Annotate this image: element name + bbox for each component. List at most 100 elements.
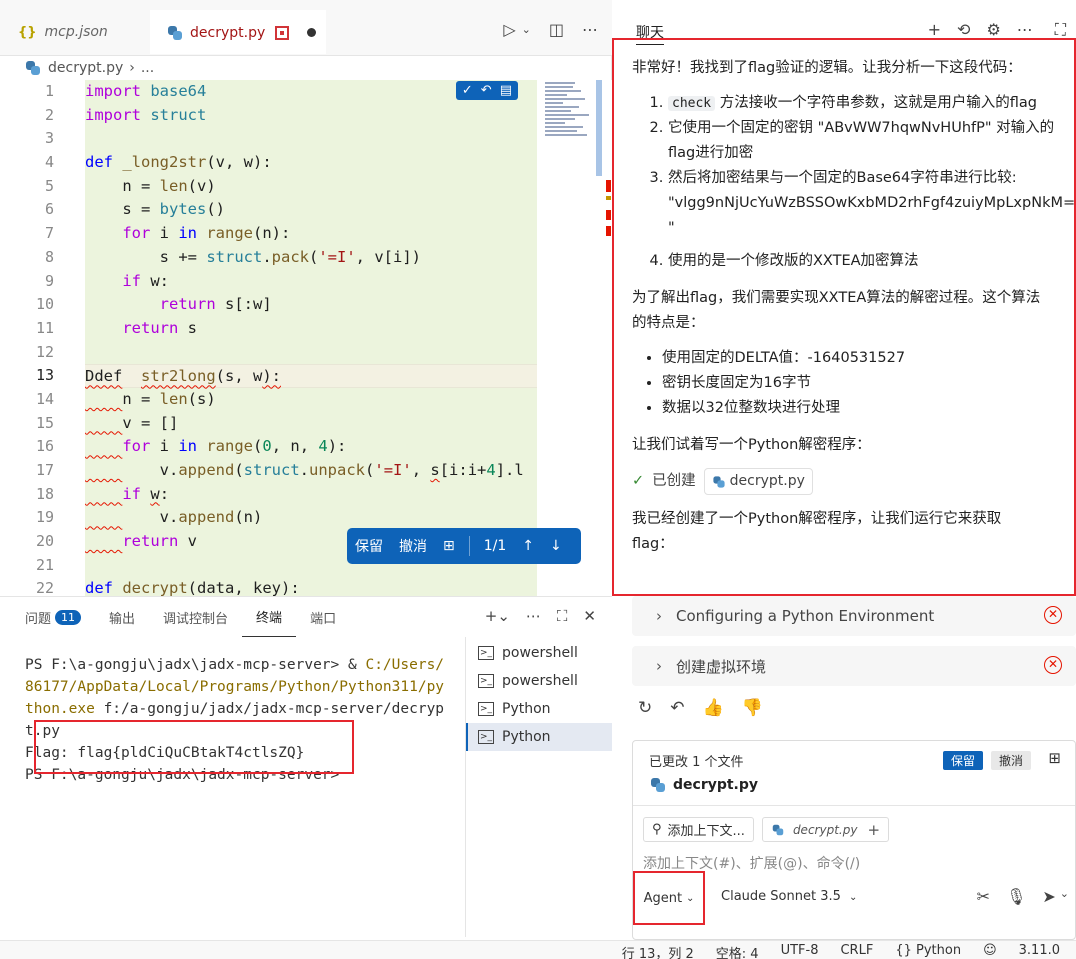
line-number: 15 bbox=[35, 413, 54, 432]
tab-mcp-json[interactable]: {} mcp.json bbox=[0, 10, 150, 54]
code-line[interactable]: v.append(struct.unpack('=I', s[i:i+4].l bbox=[85, 459, 537, 483]
context-file-chip[interactable]: decrypt.py + bbox=[761, 817, 890, 842]
code-line[interactable] bbox=[85, 127, 537, 151]
line-number: 4 bbox=[44, 153, 54, 172]
terminal-session[interactable]: >_ powershell bbox=[466, 639, 612, 667]
retry-icon[interactable]: ↻ bbox=[638, 698, 652, 718]
arrow-up-icon[interactable]: ↑ bbox=[514, 538, 542, 554]
list-item-text: 然后将加密结果与一个固定的Base64字符串进行比较: bbox=[668, 170, 1017, 186]
code-line[interactable]: v = [] bbox=[85, 412, 537, 436]
copilot-icon[interactable]: ☺ bbox=[983, 943, 997, 959]
more-icon[interactable]: ⋯ bbox=[1017, 20, 1033, 40]
send-icon[interactable]: ➤ bbox=[1042, 887, 1055, 906]
tool-call-create-venv[interactable]: › 创建虚拟环境 ✕ bbox=[632, 646, 1076, 686]
plus-icon[interactable]: + bbox=[928, 20, 941, 40]
close-icon[interactable]: ✕ bbox=[583, 607, 596, 625]
code-line[interactable]: def decrypt(data, key): bbox=[85, 577, 537, 596]
code-line[interactable]: for i in range(n): bbox=[85, 222, 537, 246]
keep-button[interactable]: 保留 bbox=[942, 751, 983, 770]
list-item-text: 使用的是一个修改版的XXTEA加密算法 bbox=[668, 253, 919, 269]
arrow-down-icon[interactable]: ↓ bbox=[542, 538, 570, 554]
diff-icon[interactable]: ⊞ bbox=[1048, 749, 1061, 767]
analysis-steps: check 方法接收一个字符串参数，这就是用户输入的flag 它使用一个固定的密… bbox=[632, 91, 1076, 274]
chevron-down-icon[interactable]: ⌄ bbox=[522, 23, 531, 39]
tools-icon[interactable]: ✂ bbox=[977, 887, 990, 906]
code-line[interactable]: if w: bbox=[85, 270, 537, 294]
thumbs-down-icon[interactable]: 👎 bbox=[742, 698, 763, 718]
chevron-down-icon[interactable]: ⌄ bbox=[1060, 887, 1069, 906]
code-editor[interactable]: 1 2 3 4 5 6 7 8 9 10 11 12 13 14 15 16 17 18 19 20 21 22 impo… bbox=[0, 80, 612, 596]
stop-icon[interactable] bbox=[275, 25, 290, 40]
thumbs-up-icon[interactable]: 👍 bbox=[703, 698, 724, 718]
new-terminal-icon[interactable]: +⌄ bbox=[485, 607, 510, 625]
code-area[interactable]: import base64 import struct def _long2st… bbox=[85, 80, 537, 596]
terminal-session[interactable]: >_ Python bbox=[466, 695, 612, 723]
language-mode[interactable]: {} Python bbox=[895, 943, 961, 959]
code-line[interactable]: return s[:w] bbox=[85, 293, 537, 317]
list-item-text: 方法接收一个字符串参数，这就是用户输入的flag bbox=[715, 95, 1037, 111]
breadcrumb-rest[interactable]: ... bbox=[141, 60, 154, 76]
vertical-scrollbar[interactable] bbox=[596, 80, 602, 176]
tool-call-configure-python[interactable]: › Configuring a Python Environment ✕ bbox=[632, 596, 1076, 636]
code-line[interactable]: v.append(n) bbox=[85, 506, 537, 530]
plus-icon[interactable]: + bbox=[867, 821, 880, 839]
breadcrumb-file[interactable]: decrypt.py bbox=[48, 60, 123, 76]
indentation[interactable]: 空格: 4 bbox=[716, 943, 759, 959]
maximize-icon[interactable]: ⛶ bbox=[557, 607, 568, 625]
python-version[interactable]: 3.11.0 bbox=[1019, 943, 1060, 959]
accept-icon[interactable]: ✓ bbox=[462, 83, 473, 98]
split-editor-icon[interactable]: ◫ bbox=[549, 20, 564, 39]
editor-group: {} mcp.json decrypt.py ▷ ⌄ ◫ ⋯ decrypt.p… bbox=[0, 0, 612, 940]
chevron-down-icon: ⌄ bbox=[686, 892, 695, 904]
changed-file-item[interactable]: decrypt.py bbox=[651, 777, 758, 793]
gear-icon[interactable]: ⚙ bbox=[986, 20, 1000, 40]
run-icon[interactable]: ▷ bbox=[503, 20, 515, 39]
model-select[interactable]: Claude Sonnet 3.5 ⌄ bbox=[721, 889, 857, 904]
file-chip[interactable]: decrypt.py bbox=[703, 468, 813, 495]
code-line[interactable]: for i in range(0, n, 4): bbox=[85, 435, 537, 459]
maximize-icon[interactable]: ⛶ bbox=[1055, 20, 1066, 40]
undo-icon[interactable]: ↶ bbox=[670, 698, 684, 718]
code-line[interactable]: s = bytes() bbox=[85, 198, 537, 222]
tab-ports[interactable]: 端口 bbox=[296, 597, 350, 637]
tab-terminal[interactable]: 终端 bbox=[242, 597, 297, 637]
tab-debug-console[interactable]: 调试控制台 bbox=[149, 597, 242, 637]
undo-button[interactable]: 撤消 bbox=[391, 536, 435, 556]
more-icon[interactable]: ⋯ bbox=[582, 20, 598, 39]
microphone-icon[interactable]: 🎙 bbox=[1006, 887, 1026, 906]
undo-icon[interactable]: ↶ bbox=[481, 83, 492, 98]
tab-output[interactable]: 输出 bbox=[95, 597, 149, 637]
unsaved-dot-icon[interactable] bbox=[307, 28, 317, 37]
code-line[interactable]: import struct bbox=[85, 104, 537, 128]
mode-select[interactable]: Agent ⌄ bbox=[633, 871, 705, 925]
minimap[interactable] bbox=[537, 80, 597, 180]
terminal-session[interactable]: >_ powershell bbox=[466, 667, 612, 695]
diff-view-icon[interactable]: ⊞ bbox=[435, 538, 463, 554]
tab-problems[interactable]: 问题 11 bbox=[0, 597, 95, 637]
history-icon[interactable]: ⟲ bbox=[957, 20, 970, 40]
cursor-position[interactable]: 行 13，列 2 bbox=[622, 943, 694, 959]
code-line[interactable]: Ddef str2long(s, w): bbox=[85, 364, 537, 388]
undo-button[interactable]: 撤消 bbox=[990, 751, 1031, 770]
code-line[interactable]: s += struct.pack('=I', v[i]) bbox=[85, 246, 537, 270]
code-line[interactable]: def _long2str(v, w): bbox=[85, 151, 537, 175]
line-number: 10 bbox=[35, 295, 54, 314]
line-ending[interactable]: CRLF bbox=[840, 943, 873, 959]
add-context-button[interactable]: ⚲ 添加上下文... bbox=[643, 817, 754, 842]
code-line[interactable]: n = len(s) bbox=[85, 388, 537, 412]
more-icon[interactable]: ⋯ bbox=[526, 607, 541, 625]
chevron-right-icon: › bbox=[656, 657, 662, 675]
code-line[interactable] bbox=[85, 341, 537, 365]
chat-input[interactable]: 添加上下文(#)、扩展(@)、命令(/) bbox=[643, 853, 860, 873]
tool-call-label: 创建虚拟环境 bbox=[676, 657, 767, 676]
code-line[interactable]: if w: bbox=[85, 483, 537, 507]
list-item-text: "vlgg9nNjUcYuWzBSSOwKxbMD2rhFgf4zuiyMpLx… bbox=[668, 195, 1076, 211]
tab-decrypt-py[interactable]: decrypt.py bbox=[150, 10, 326, 54]
code-line[interactable]: n = len(v) bbox=[85, 175, 537, 199]
code-line[interactable]: return s bbox=[85, 317, 537, 341]
keep-button[interactable]: 保留 bbox=[347, 536, 391, 556]
terminal-session[interactable]: >_ Python bbox=[466, 723, 612, 751]
diff-icon[interactable]: ▤ bbox=[500, 83, 512, 98]
encoding[interactable]: UTF-8 bbox=[781, 943, 819, 959]
chevron-down-icon: ⌄ bbox=[849, 892, 858, 903]
